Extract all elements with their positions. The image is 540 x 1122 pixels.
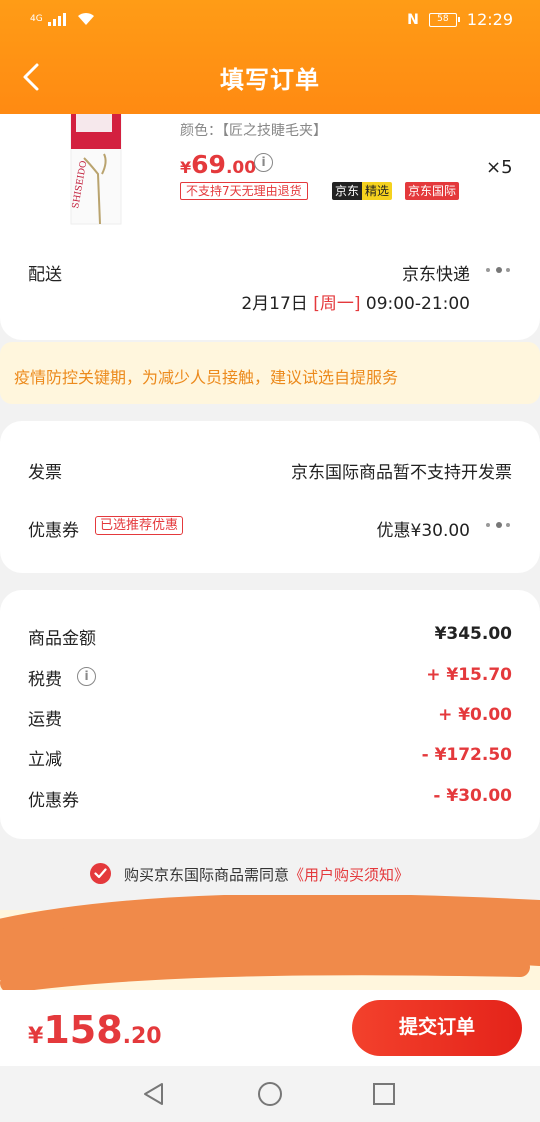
coupon-recommended-tag: 已选推荐优惠 — [95, 516, 184, 535]
product-quantity: ×5 — [486, 157, 513, 178]
summary-value: ¥345.00 — [434, 624, 512, 644]
no-return-tag: 不支持7天无理由退货 — [180, 182, 308, 200]
product-price: ¥69.00 — [180, 150, 257, 179]
coupon-more-icon[interactable] — [486, 521, 512, 529]
summary-value: + ¥15.70 — [426, 665, 512, 685]
product-color: 颜色：【匠之技睫毛夹】 — [180, 123, 327, 139]
nav-recent-icon[interactable] — [370, 1080, 398, 1108]
summary-value: - ¥30.00 — [433, 786, 512, 806]
jd-intl-tag: 京东国际 — [405, 182, 460, 200]
epidemic-notice: 疫情防控关键期，为减少人员接触，建议试选自提服务 — [0, 342, 540, 404]
signal-icon — [47, 12, 66, 26]
jd-select-tag: 京东 精选 — [332, 182, 393, 200]
nav-home-icon[interactable] — [256, 1080, 284, 1108]
product-image[interactable]: SHISEIDO — [70, 104, 122, 226]
summary-label: 税费 — [28, 670, 62, 690]
delivery-method[interactable]: 京东快递 — [402, 260, 470, 285]
invoice-label: 发票 — [28, 463, 62, 483]
agree-check-icon[interactable] — [90, 863, 111, 884]
nfc-icon: N — [407, 11, 419, 28]
battery-icon: 58 — [428, 12, 460, 27]
signal-group: 4G — [30, 11, 96, 27]
tax-info-icon[interactable]: i — [77, 667, 96, 686]
agreement-text: 购买京东国际商品需同意《用户购买须知》 — [124, 866, 410, 884]
summary-label: 立减 — [28, 750, 62, 770]
system-nav-bar — [0, 1066, 540, 1122]
nav-back-icon[interactable] — [140, 1080, 168, 1108]
notice-text: 疫情防控关键期，为减少人员接触，建议试选自提服务 — [14, 368, 399, 387]
total-price: ¥158.20 — [28, 1008, 162, 1052]
clock: 12:29 — [466, 10, 513, 29]
status-right: N 58 12:29 — [407, 10, 513, 29]
page-title: 填写订单 — [220, 66, 320, 94]
price-info-icon[interactable]: i — [254, 153, 273, 172]
summary-label: 商品金额 — [28, 629, 96, 649]
wifi-icon — [77, 12, 94, 25]
status-bar: 4G N 58 12:29 — [0, 0, 540, 40]
delivery-time[interactable]: 2月17日 [周一] 09:00-21:00 — [241, 289, 470, 314]
redaction-scribble — [0, 895, 540, 993]
summary-value: + ¥0.00 — [438, 705, 512, 725]
summary-value: - ¥172.50 — [421, 745, 512, 765]
user-notice-link[interactable]: 《用户购买须知》 — [289, 866, 409, 884]
invoice-coupon-card — [0, 421, 540, 573]
network-type: 4G — [30, 13, 43, 24]
invoice-value[interactable]: 京东国际商品暂不支持开发票 — [291, 458, 512, 483]
summary-label: 优惠券 — [28, 791, 79, 811]
submit-order-button[interactable]: 提交订单 — [352, 1000, 522, 1056]
summary-label: 运费 — [28, 710, 62, 730]
delivery-more-icon[interactable] — [486, 266, 512, 274]
coupon-value[interactable]: 优惠¥30.00 — [377, 516, 470, 541]
coupon-label: 优惠券 — [28, 521, 79, 541]
header-bar: 4G N 58 12:29 填写订单 — [0, 0, 540, 114]
delivery-label: 配送 — [28, 265, 62, 285]
